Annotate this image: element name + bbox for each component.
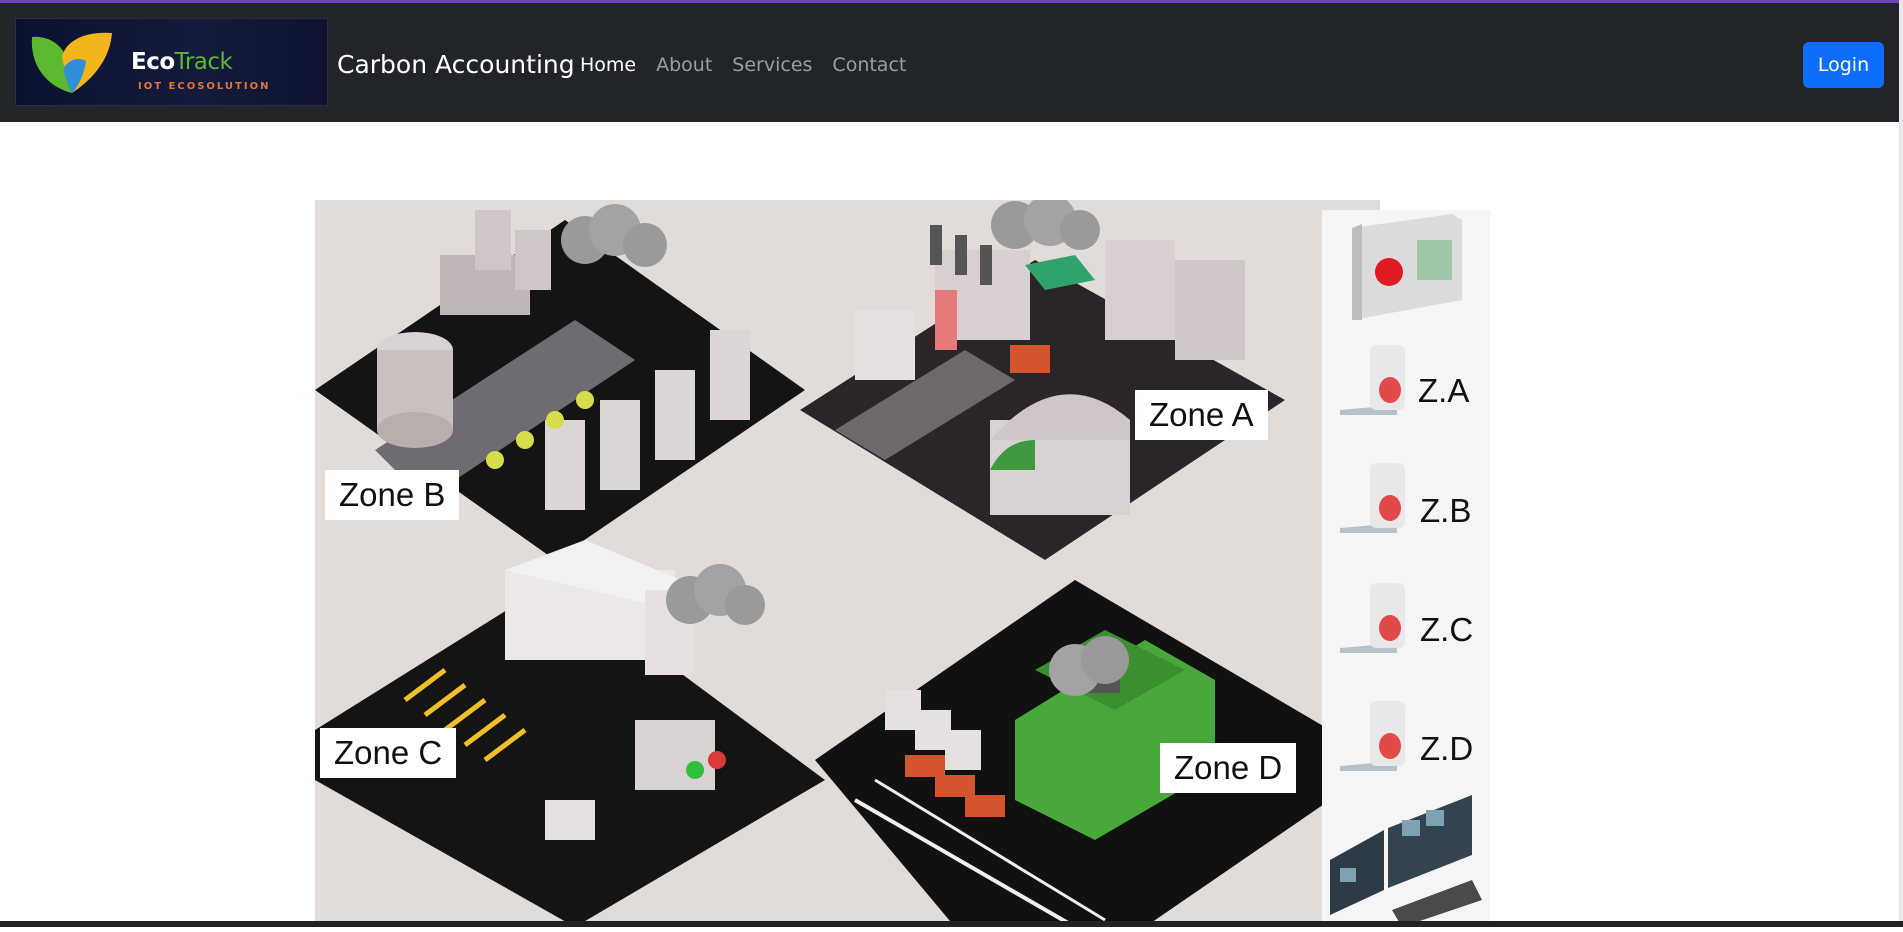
sensor-icon (1340, 583, 1405, 653)
navbar: EcoTrack IOT ECOSOLUTION Carbon Accounti… (0, 3, 1899, 122)
sensor-label-zd: Z.D (1420, 730, 1474, 767)
login-button[interactable]: Login (1803, 42, 1884, 88)
sensor-icon (1340, 345, 1405, 415)
sensor-sidebar: Z.A Z.B Z.C Z.D (1322, 210, 1490, 927)
zone-a-area (800, 194, 1285, 560)
page-scrollbar[interactable] (1899, 0, 1903, 927)
control-panel-icon (1352, 214, 1462, 320)
sensor-label-zb: Z.B (1420, 492, 1472, 529)
zone-c-label[interactable]: Zone C (320, 728, 457, 778)
zones-illustration (315, 194, 1330, 929)
nav-home[interactable]: Home (580, 54, 636, 76)
nav-contact[interactable]: Contact (832, 54, 906, 76)
ecotrack-logo[interactable]: EcoTrack IOT ECOSOLUTION (15, 18, 328, 106)
sensor-sidebar-illustration (1330, 214, 1482, 927)
zone-d-label[interactable]: Zone D (1160, 743, 1297, 793)
logo-tagline: IOT ECOSOLUTION (138, 81, 271, 92)
nav-links: Home About Services Contact (580, 54, 906, 76)
sensor-label-zc: Z.C (1420, 611, 1474, 648)
window-bottom-edge (0, 921, 1903, 927)
sensor-label-za: Z.A (1418, 372, 1470, 409)
sensor-icon (1340, 463, 1405, 533)
monitor-station-icon (1330, 795, 1482, 927)
logo-name: EcoTrack (131, 49, 233, 75)
zone-b-label[interactable]: Zone B (325, 470, 460, 520)
navbar-brand[interactable]: Carbon Accounting (337, 50, 575, 79)
eco-leaf-logo-icon (31, 32, 112, 93)
zone-a-label[interactable]: Zone A (1135, 390, 1268, 440)
nav-about[interactable]: About (656, 54, 712, 76)
industrial-zones-map: Zone A Zone B Zone C Zone D (315, 194, 1380, 929)
sensor-icon (1340, 701, 1405, 771)
nav-services[interactable]: Services (732, 54, 812, 76)
